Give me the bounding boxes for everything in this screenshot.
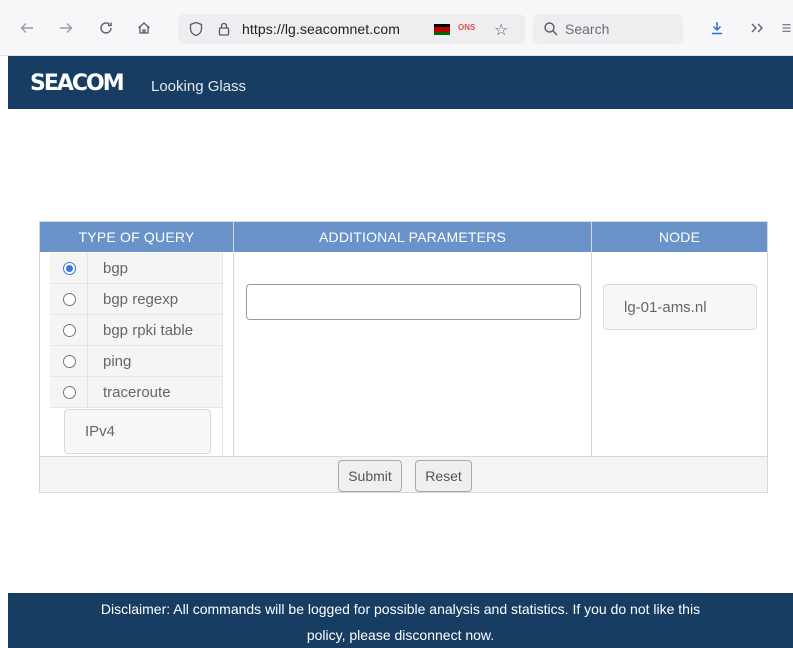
disclaimer-line-1: Disclaimer: All commands will be logged … [100,601,701,617]
node-header: NODE [592,222,767,252]
parameters-header: ADDITIONAL PARAMETERS [234,222,591,252]
node-select[interactable]: lg-01-ams.nl [603,284,757,330]
parameters-input[interactable] [246,284,581,320]
ip-version-select[interactable]: IPv4 [64,409,211,454]
query-option-traceroute[interactable]: traceroute [50,377,222,408]
home-icon[interactable] [133,17,155,39]
url-bar[interactable]: https://lg.seacomnet.com ONS ☆ [178,14,525,44]
site-header: SEACOM Looking Glass [8,56,793,109]
search-bar[interactable]: Search [533,14,683,44]
kenya-flag-icon[interactable] [434,24,450,35]
star-icon[interactable]: ☆ [494,20,508,40]
option-label: bgp regexp [103,291,179,308]
radio-traceroute[interactable] [63,386,76,399]
radio-bgp[interactable] [63,262,76,275]
page-title[interactable]: Looking Glass [151,78,246,95]
reset-button[interactable]: Reset [415,460,472,492]
search-input[interactable]: Search [565,21,609,37]
option-label: bgp [103,260,129,277]
form-actions: Submit Reset [40,456,767,492]
disclaimer-line-2: policy, please disconnect now. [306,627,495,643]
forward-arrow-icon[interactable] [55,17,77,39]
radio-bgp-rpki-table[interactable] [63,324,76,337]
option-label: traceroute [103,384,171,401]
overflow-chevrons-icon[interactable] [746,17,768,39]
query-option-bgp-regexp[interactable]: bgp regexp [50,284,222,315]
query-option-ping[interactable]: ping [50,346,222,377]
browser-toolbar: https://lg.seacomnet.com ONS ☆ Search [0,0,793,56]
radio-bgp-regexp[interactable] [63,293,76,306]
search-icon [544,22,558,36]
url-text[interactable]: https://lg.seacomnet.com [242,21,400,37]
query-option-bgp-rpki-table[interactable]: bgp rpki table [50,315,222,346]
download-icon[interactable] [706,17,728,39]
back-arrow-icon[interactable] [16,17,38,39]
menu-icon[interactable] [780,17,793,39]
disclaimer-banner: Disclaimer: All commands will be logged … [8,593,793,648]
onion-extension-icon[interactable]: ONS [458,23,475,32]
radio-ping[interactable] [63,355,76,368]
submit-button[interactable]: Submit [338,460,402,492]
query-type-header: TYPE OF QUERY [40,222,233,252]
lock-icon[interactable] [216,21,232,37]
reload-icon[interactable] [95,17,117,39]
seacom-logo[interactable]: SEACOM [30,71,125,96]
query-option-bgp[interactable]: bgp [50,253,222,284]
node-value: lg-01-ams.nl [624,299,707,316]
option-label: ping [103,353,132,370]
shield-icon[interactable] [188,21,204,37]
column-divider [233,222,234,456]
option-label: bgp rpki table [103,322,194,339]
ip-version-value: IPv4 [85,423,116,440]
column-divider [591,222,592,456]
query-form: TYPE OF QUERY ADDITIONAL PARAMETERS NODE… [39,221,768,493]
option-list-border [222,252,223,456]
